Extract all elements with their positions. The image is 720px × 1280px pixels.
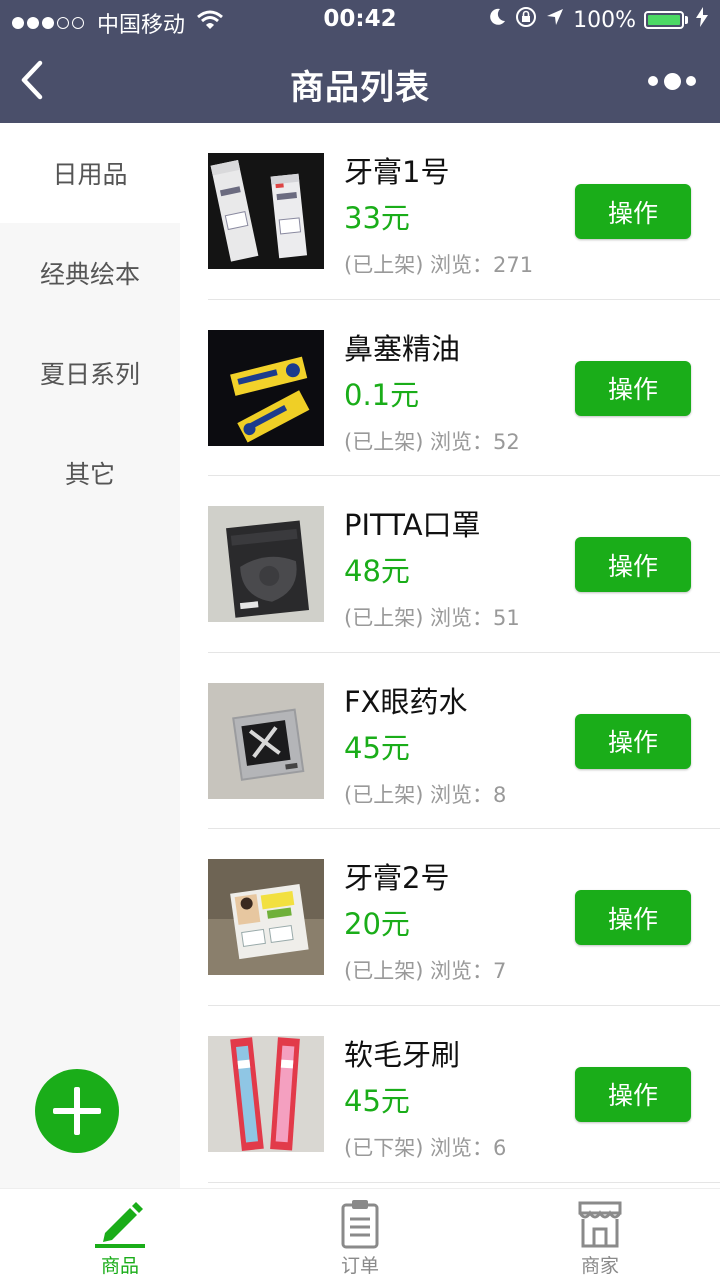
product-status-views: (已上架) 浏览：8 (344, 782, 507, 807)
tab-products[interactable]: 商品 (0, 1189, 240, 1280)
product-item[interactable]: 鼻塞精油 0.1元 (已上架) 浏览：52 操作 (208, 300, 720, 477)
battery-percent: 100% (573, 7, 636, 33)
product-price: 45元 (344, 1083, 410, 1118)
more-dot (663, 72, 681, 90)
product-item[interactable]: 牙膏2号 20元 (已上架) 浏览：7 操作 (208, 829, 720, 1006)
tab-label: 商品 (100, 1255, 139, 1277)
tab-orders[interactable]: 订单 (240, 1189, 480, 1280)
product-name: 软毛牙刷 (344, 1037, 461, 1072)
operate-button[interactable]: 操作 (575, 537, 691, 593)
status-right: 100% (487, 6, 708, 34)
tab-bar: 商品 订单 商家 (0, 1188, 720, 1280)
product-list: 牙膏1号 33元 (已上架) 浏览：271 操作 鼻塞精油 0.1元 (已上架)… (208, 123, 720, 1183)
operate-button[interactable]: 操作 (575, 713, 691, 769)
location-arrow-icon (545, 7, 565, 33)
add-product-button[interactable] (35, 1069, 119, 1153)
product-thumbnail (208, 153, 324, 269)
product-thumbnail (208, 329, 324, 446)
product-thumbnail (208, 506, 324, 623)
rotation-lock-icon (515, 6, 537, 34)
tab-label: 商家 (580, 1255, 619, 1277)
product-price: 33元 (344, 201, 410, 235)
product-status-views: (已上架) 浏览：51 (344, 606, 520, 631)
operate-button[interactable]: 操作 (575, 890, 691, 946)
tab-merchant[interactable]: 商家 (480, 1189, 720, 1280)
nav-bar: 商品列表 (0, 40, 720, 123)
product-item[interactable]: 牙膏1号 33元 (已上架) 浏览：271 操作 (208, 123, 720, 300)
category-item[interactable]: 夏日系列 (0, 323, 180, 423)
product-status-views: (已上架) 浏览：52 (344, 429, 520, 454)
product-price: 45元 (344, 730, 410, 765)
product-name: 牙膏2号 (344, 861, 450, 896)
store-icon (578, 1201, 622, 1248)
product-name: 牙膏1号 (344, 155, 450, 189)
operate-button[interactable]: 操作 (575, 184, 691, 239)
more-dot (648, 76, 658, 86)
charging-bolt-icon (696, 7, 708, 33)
product-price: 20元 (344, 907, 410, 942)
category-item[interactable]: 经典绘本 (0, 223, 180, 323)
clipboard-icon (341, 1200, 379, 1249)
product-name: PITTA口罩 (344, 508, 481, 543)
product-item[interactable]: FX眼药水 45元 (已上架) 浏览：8 操作 (208, 653, 720, 830)
tab-label: 订单 (340, 1255, 379, 1277)
more-button[interactable] (648, 70, 696, 92)
product-status-views: (已上架) 浏览：7 (344, 959, 507, 984)
operate-button[interactable]: 操作 (575, 360, 691, 416)
category-sidebar: 日用品 经典绘本 夏日系列 其它 (0, 123, 180, 1188)
product-thumbnail (208, 682, 324, 799)
category-item[interactable]: 日用品 (0, 123, 180, 223)
product-thumbnail (208, 1035, 324, 1152)
operate-button[interactable]: 操作 (575, 1066, 691, 1122)
more-dot (686, 76, 696, 86)
product-price: 0.1元 (344, 377, 420, 412)
category-item[interactable]: 其它 (0, 423, 180, 523)
product-status-views: (已上架) 浏览：271 (344, 253, 534, 277)
header: 中国移动 00:42 100% 商品列表 (0, 0, 720, 123)
product-name: FX眼药水 (344, 684, 468, 719)
product-item[interactable]: 软毛牙刷 45元 (已下架) 浏览：6 操作 (208, 1006, 720, 1183)
product-status-views: (已下架) 浏览：6 (344, 1135, 507, 1160)
battery-icon (644, 11, 688, 29)
product-item[interactable]: PITTA口罩 48元 (已上架) 浏览：51 操作 (208, 476, 720, 653)
product-thumbnail (208, 859, 324, 976)
product-price: 48元 (344, 554, 410, 589)
product-name: 鼻塞精油 (344, 331, 461, 366)
page-title: 商品列表 (290, 68, 430, 108)
status-bar: 中国移动 00:42 100% (0, 0, 720, 40)
moon-icon (487, 7, 507, 33)
pencil-icon (95, 1202, 145, 1248)
